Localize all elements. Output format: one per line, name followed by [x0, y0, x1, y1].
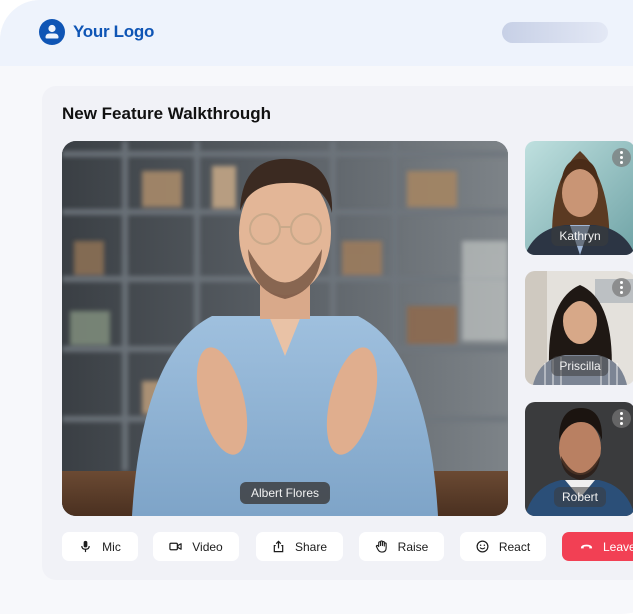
- more-vertical-icon[interactable]: [612, 278, 631, 297]
- share-label: Share: [294, 539, 328, 554]
- meeting-panel: New Feature Walkthrough Albert Flores Ka…: [42, 86, 633, 580]
- video-button[interactable]: Video: [153, 532, 239, 561]
- mic-label: Mic: [102, 539, 121, 554]
- logo[interactable]: Your Logo: [39, 19, 154, 45]
- raise-hand-icon: [375, 540, 387, 553]
- hang-up-phone-icon: [580, 544, 593, 549]
- leave-label: Leave: [603, 539, 633, 554]
- share-button[interactable]: Share: [256, 532, 343, 561]
- top-bar: Your Logo: [0, 0, 633, 66]
- participant-name-tag: Robert: [553, 487, 607, 507]
- video-label: Video: [192, 539, 223, 554]
- meeting-title: New Feature Walkthrough: [62, 104, 272, 123]
- share-upload-icon: [273, 540, 284, 553]
- raise-hand-button[interactable]: Raise: [359, 532, 444, 561]
- smiley-icon: [476, 540, 489, 553]
- microphone-icon: [81, 540, 90, 553]
- user-circle-icon: [39, 19, 65, 45]
- participant-tile-kathryn[interactable]: Kathryn: [525, 141, 633, 255]
- video-camera-icon: [169, 542, 182, 551]
- header-placeholder-pill: [502, 22, 608, 43]
- speaker-name-tag: Albert Flores: [239, 482, 331, 504]
- leave-button[interactable]: Leave: [562, 532, 633, 561]
- participant-name-tag: Priscilla: [551, 356, 609, 376]
- more-vertical-icon[interactable]: [612, 148, 631, 167]
- mic-button[interactable]: Mic: [62, 532, 138, 561]
- more-vertical-icon[interactable]: [612, 409, 631, 428]
- react-label: React: [498, 539, 531, 554]
- app-window: Your Logo New Feature Walkthrough Albert…: [0, 0, 633, 614]
- main-speaker-video[interactable]: Albert Flores: [62, 141, 508, 516]
- participant-tile-robert[interactable]: Robert: [525, 402, 633, 516]
- speaker-video-frame: [62, 141, 508, 516]
- logo-text: Your Logo: [73, 22, 155, 41]
- react-button[interactable]: React: [460, 532, 546, 561]
- participant-tile-priscilla[interactable]: Priscilla: [525, 271, 633, 385]
- raise-label: Raise: [397, 539, 429, 554]
- participant-name-tag: Kathryn: [551, 226, 609, 246]
